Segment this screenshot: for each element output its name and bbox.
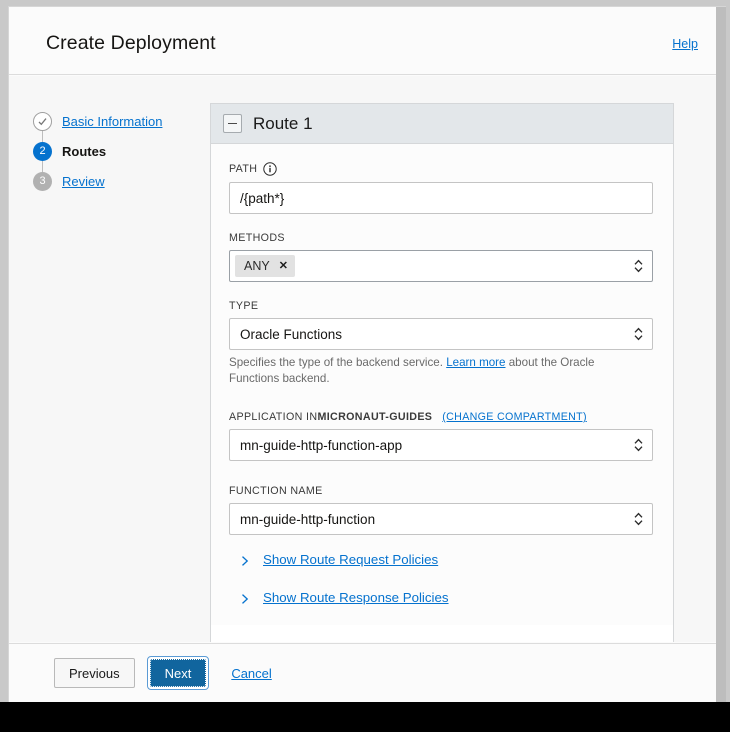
path-input[interactable]	[229, 182, 653, 214]
type-select-value: Oracle Functions	[240, 326, 343, 342]
application-field-group: APPLICATION IN MICRONAUT-GUIDES (CHANGE …	[229, 411, 653, 461]
show-route-request-policies-link[interactable]: Show Route Request Policies	[263, 552, 438, 567]
application-label: APPLICATION IN MICRONAUT-GUIDES (CHANGE …	[229, 411, 653, 423]
step-number-icon: 3	[33, 171, 52, 191]
path-label: PATH	[229, 162, 653, 176]
chevron-updown-icon[interactable]	[633, 326, 644, 342]
chevron-updown-icon[interactable]	[633, 258, 644, 274]
route-panel-title: Route 1	[253, 113, 313, 133]
create-deployment-dialog: Create Deployment Help Basic Information	[8, 6, 726, 702]
help-link[interactable]: Help	[672, 37, 698, 51]
cancel-link[interactable]: Cancel	[231, 666, 271, 681]
show-route-request-policies-row[interactable]: Show Route Request Policies	[229, 552, 653, 567]
change-compartment-link[interactable]: (CHANGE COMPARTMENT)	[442, 411, 587, 423]
function-name-select[interactable]: mn-guide-http-function	[229, 503, 653, 535]
chevron-updown-icon[interactable]	[633, 437, 644, 453]
sidebar-item-basic-information[interactable]: Basic Information	[33, 106, 203, 144]
methods-field-group: METHODS ANY ✕	[229, 232, 653, 282]
bottom-black-bar	[0, 702, 730, 732]
methods-multiselect[interactable]: ANY ✕	[229, 250, 653, 282]
type-helper-text: Specifies the type of the backend servic…	[229, 355, 629, 387]
sidebar-item-label: Review	[62, 173, 105, 189]
application-label-prefix: APPLICATION IN	[229, 411, 318, 423]
chevron-right-icon	[239, 592, 251, 604]
application-frame: Create Deployment Help Basic Information	[0, 0, 730, 702]
path-label-text: PATH	[229, 163, 258, 175]
dialog-body: Basic Information 2 Routes 3 Review Rout…	[9, 76, 717, 642]
chevron-updown-icon[interactable]	[633, 511, 644, 527]
sidebar-item-routes[interactable]: 2 Routes	[33, 125, 203, 174]
type-helper-prefix: Specifies the type of the backend servic…	[229, 356, 443, 369]
type-field-group: TYPE Oracle Functions Specifies the type…	[229, 300, 653, 387]
sidebar-item-review[interactable]: 3 Review	[33, 155, 203, 196]
function-name-select-value: mn-guide-http-function	[240, 511, 376, 527]
function-name-field-group: FUNCTION NAME mn-guide-http-function	[229, 485, 653, 535]
type-label: TYPE	[229, 300, 653, 312]
type-label-text: TYPE	[229, 300, 259, 312]
application-select[interactable]: mn-guide-http-function-app	[229, 429, 653, 461]
methods-chip-any: ANY ✕	[235, 255, 295, 277]
methods-label-text: METHODS	[229, 232, 285, 244]
chevron-right-icon	[239, 554, 251, 566]
minus-square-icon[interactable]	[223, 114, 242, 133]
route-1-panel: Route 1 PATH /{path*} METHODS ANY ✕ TYPE…	[210, 103, 674, 642]
dialog-footer: Previous Next Cancel	[9, 643, 717, 702]
application-compartment-name: MICRONAUT-GUIDES	[317, 411, 433, 423]
close-x-icon[interactable]: ✕	[279, 260, 288, 272]
info-circle-icon[interactable]	[263, 162, 278, 176]
application-select-value: mn-guide-http-function-app	[240, 437, 403, 453]
vertical-scrollbar-thumb[interactable]	[716, 7, 726, 702]
path-field-group: PATH	[229, 162, 653, 214]
route-panel-body: PATH /{path*} METHODS ANY ✕ TYPE Oracle …	[211, 144, 673, 625]
route-panel-header: Route 1	[211, 104, 673, 144]
methods-chip-label: ANY	[244, 259, 270, 273]
change-compartment-link-text: (CHANGE COMPARTMENT)	[442, 411, 587, 423]
sidebar-item-label: Routes	[62, 143, 107, 159]
function-name-label-text: FUNCTION NAME	[229, 485, 323, 497]
previous-button[interactable]: Previous	[54, 658, 135, 688]
function-name-label: FUNCTION NAME	[229, 485, 653, 497]
check-circle-icon	[33, 111, 52, 131]
wizard-steps: Basic Information 2 Routes 3 Review	[33, 106, 203, 196]
next-button-focus-ring: Next	[146, 656, 210, 690]
show-route-response-policies-link[interactable]: Show Route Response Policies	[263, 590, 449, 605]
step-number-icon: 2	[33, 141, 52, 161]
dialog-header: Create Deployment Help	[9, 7, 717, 75]
page-title: Create Deployment	[46, 32, 216, 54]
vertical-scrollbar[interactable]	[716, 7, 726, 702]
type-select[interactable]: Oracle Functions	[229, 318, 653, 350]
sidebar-item-label: Basic Information	[62, 113, 163, 129]
show-route-response-policies-row[interactable]: Show Route Response Policies	[229, 590, 653, 605]
methods-label: METHODS	[229, 232, 653, 244]
learn-more-link[interactable]: Learn more	[446, 356, 505, 369]
next-button[interactable]: Next	[149, 659, 207, 687]
